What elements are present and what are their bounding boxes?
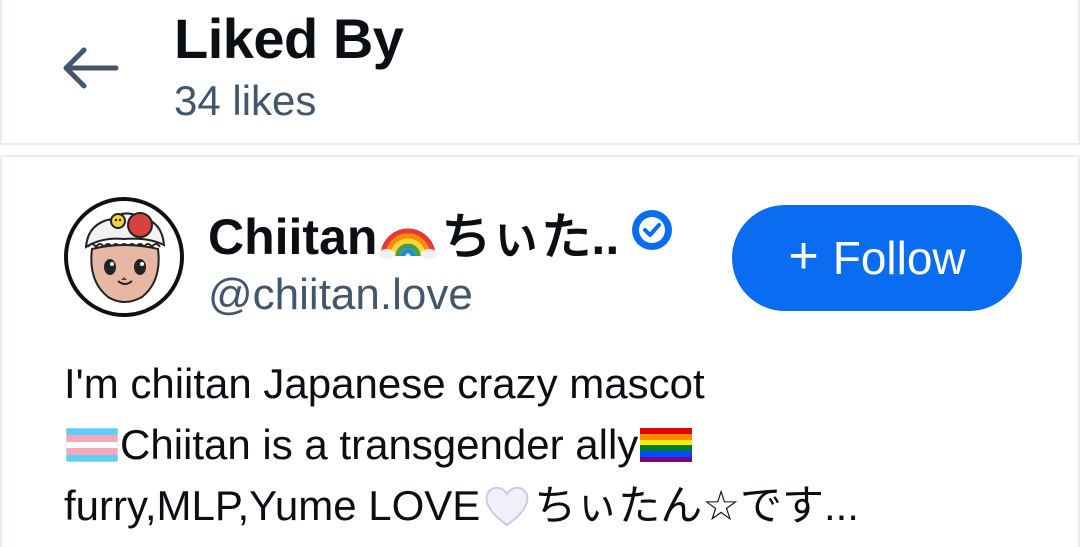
liked-by-screen: Liked By 34 likes Chiitan ちぃた.. @chiitan…: [0, 0, 1080, 547]
bio-line: furry,MLP,Yume LOVE ちぃたん☆です...: [64, 482, 859, 529]
user-handle[interactable]: @chiitan.love: [208, 269, 473, 321]
display-name-line: Chiitan ちぃた..: [208, 205, 673, 269]
divider: [0, 143, 1080, 145]
transgender-flag-icon: [66, 427, 118, 462]
follow-label: Follow: [832, 232, 966, 284]
rainbow-flag-icon: [640, 427, 693, 462]
bio-line: I'm chiitan Japanese crazy mascot: [64, 360, 705, 407]
chiitan-mascot-avatar-icon: [68, 201, 180, 313]
header: Liked By 34 likes: [0, 0, 1080, 143]
avatar[interactable]: [64, 197, 184, 317]
follow-button[interactable]: + Follow: [732, 205, 1022, 311]
display-name[interactable]: Chiitan ちぃた..: [208, 207, 619, 267]
bio-line: Chiitan is a transgender ally: [64, 414, 1054, 475]
back-button[interactable]: [60, 44, 120, 92]
page-title: Liked By: [174, 7, 404, 70]
rainbow-emoji-icon: [379, 228, 438, 259]
white-heart-icon: [485, 486, 529, 526]
arrow-left-icon: [63, 47, 119, 89]
plus-icon: +: [788, 227, 819, 285]
user-bio: I'm chiitan Japanese crazy mascot Chiita…: [64, 353, 1054, 536]
likes-count: 34 likes: [174, 77, 317, 124]
user-row[interactable]: Chiitan ちぃた.. @chiitan.love + Follow I'm…: [0, 157, 1080, 547]
verified-badge-icon: [632, 210, 673, 250]
